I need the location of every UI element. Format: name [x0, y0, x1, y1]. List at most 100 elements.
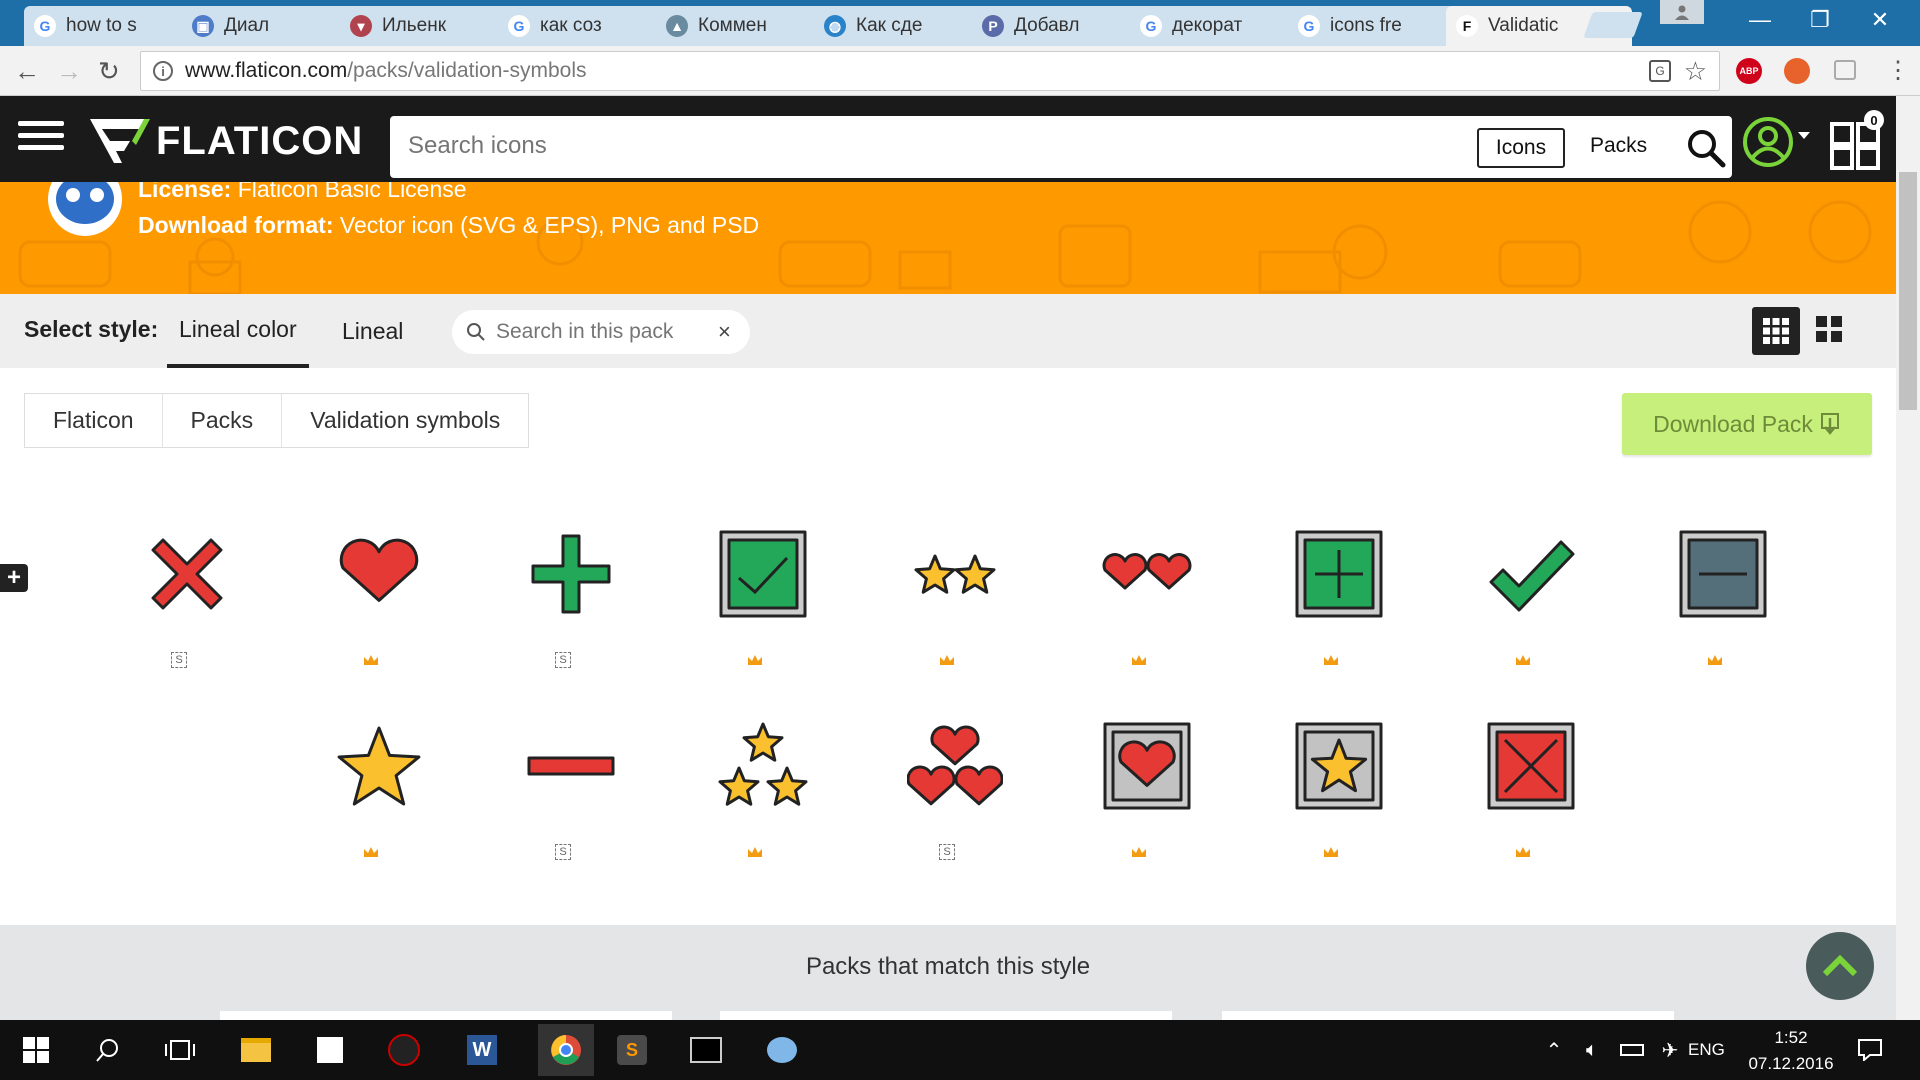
- logo-text: FLATICON: [156, 118, 364, 163]
- scroll-to-top-button[interactable]: [1806, 932, 1874, 1000]
- icon-tile[interactable]: [311, 718, 431, 868]
- chevron-up-icon[interactable]: ⌃: [1534, 1030, 1574, 1070]
- icon-tile[interactable]: [1463, 718, 1583, 868]
- task-view-icon[interactable]: [160, 1030, 200, 1070]
- clock-date[interactable]: 07.12.2016: [1746, 1054, 1836, 1074]
- premium-crown-icon[interactable]: [1131, 652, 1147, 668]
- premium-crown-icon[interactable]: [1707, 652, 1723, 668]
- tab-title: как соз: [540, 15, 602, 36]
- premium-crown-icon[interactable]: [747, 844, 763, 860]
- volume-icon[interactable]: 🔈︎: [1572, 1030, 1612, 1070]
- clock-time[interactable]: 1:52: [1746, 1028, 1836, 1048]
- icon-tile[interactable]: [695, 526, 815, 676]
- icon-tile[interactable]: [1271, 526, 1391, 676]
- site-search-box[interactable]: Icons Packs: [390, 116, 1732, 178]
- new-tab-button[interactable]: [1583, 12, 1643, 38]
- search-icon[interactable]: [88, 1030, 128, 1070]
- breadcrumb-item-packs[interactable]: Packs: [163, 394, 283, 447]
- address-bar[interactable]: i www.flaticon.com/packs/validation-symb…: [140, 51, 1720, 91]
- notifications-icon[interactable]: [1850, 1030, 1890, 1070]
- icon-tile[interactable]: S: [503, 718, 623, 868]
- grid-view-large-button[interactable]: [1752, 307, 1800, 355]
- adblock-icon[interactable]: ABP: [1736, 58, 1762, 84]
- chrome-icon[interactable]: [538, 1024, 594, 1076]
- premium-crown-icon[interactable]: [1515, 844, 1531, 860]
- clear-search-icon[interactable]: ×: [718, 319, 731, 345]
- icon-tile[interactable]: S: [119, 526, 239, 676]
- word-icon[interactable]: W: [462, 1030, 502, 1070]
- premium-crown-icon[interactable]: [363, 652, 379, 668]
- page-scrollbar[interactable]: [1896, 96, 1920, 1020]
- icon-tile[interactable]: [1079, 718, 1199, 868]
- minimize-icon[interactable]: —: [1730, 0, 1790, 40]
- icon-tile[interactable]: [1271, 718, 1391, 868]
- download-pack-button[interactable]: Download Pack: [1622, 393, 1872, 455]
- style-tab-lineal-color[interactable]: Lineal color: [167, 294, 309, 368]
- windows-start-icon[interactable]: [16, 1030, 56, 1070]
- scrollbar-thumb[interactable]: [1899, 172, 1917, 410]
- profile-icon[interactable]: [1660, 0, 1704, 24]
- paint-icon[interactable]: [762, 1030, 802, 1070]
- forward-icon[interactable]: →: [56, 56, 82, 87]
- icon-tile[interactable]: [695, 718, 815, 868]
- search-type-packs-button[interactable]: Packs: [1590, 134, 1647, 158]
- premium-crown-icon[interactable]: [1323, 844, 1339, 860]
- breadcrumb-item-flaticon[interactable]: Flaticon: [25, 394, 163, 447]
- reload-icon[interactable]: ↻: [98, 56, 120, 87]
- store-icon[interactable]: [310, 1030, 350, 1070]
- premium-crown-icon[interactable]: [939, 652, 955, 668]
- style-tab-lineal[interactable]: Lineal: [330, 294, 415, 368]
- selection-badge[interactable]: S: [555, 844, 571, 860]
- style-tab-label: Lineal color: [179, 315, 297, 342]
- hamburger-menu-icon[interactable]: [18, 114, 64, 157]
- icon-tile[interactable]: [887, 526, 1007, 676]
- premium-crown-icon[interactable]: [1131, 844, 1147, 860]
- pack-search-box[interactable]: ×: [452, 310, 750, 354]
- premium-crown-icon[interactable]: [1323, 652, 1339, 668]
- info-icon[interactable]: i: [153, 61, 173, 81]
- battery-icon[interactable]: [1612, 1030, 1652, 1070]
- restore-icon[interactable]: ❐: [1790, 0, 1850, 40]
- tab-title: Диал: [224, 15, 270, 36]
- icon-tile[interactable]: S: [503, 526, 623, 676]
- tab-title: icons fre: [1330, 15, 1402, 36]
- bookmark-star-icon[interactable]: ☆: [1684, 56, 1707, 87]
- icon-tile[interactable]: [1655, 526, 1775, 676]
- chevron-down-icon[interactable]: [1798, 132, 1810, 139]
- chrome-menu-icon[interactable]: ⋮: [1886, 56, 1910, 85]
- close-window-icon[interactable]: ✕: [1850, 0, 1910, 40]
- airplane-mode-icon[interactable]: ✈: [1650, 1030, 1690, 1070]
- icon-tile[interactable]: [311, 526, 431, 676]
- icon-tile[interactable]: S: [887, 718, 1007, 868]
- extension-icon[interactable]: [1784, 58, 1810, 84]
- style-selector-bar: Select style: Lineal color Lineal ×: [0, 294, 1896, 368]
- back-icon[interactable]: ←: [14, 56, 40, 87]
- selection-badge[interactable]: S: [171, 652, 187, 668]
- grid-view-small-button[interactable]: [1816, 316, 1842, 347]
- premium-crown-icon[interactable]: [747, 652, 763, 668]
- sublime-text-icon[interactable]: S: [612, 1030, 652, 1070]
- premium-crown-icon[interactable]: [363, 844, 379, 860]
- pack-search-input[interactable]: [496, 320, 716, 344]
- search-icon[interactable]: [1686, 128, 1726, 168]
- icon-tile[interactable]: [1463, 526, 1583, 676]
- site-search-input[interactable]: [408, 132, 1408, 160]
- terminal-icon[interactable]: [686, 1030, 726, 1070]
- search-icon: [467, 323, 485, 341]
- heart-square-icon: [1103, 722, 1191, 810]
- flaticon-logo[interactable]: FLATICON: [88, 116, 363, 166]
- selection-badge[interactable]: S: [555, 652, 571, 668]
- language-indicator[interactable]: ENG: [1688, 1040, 1725, 1060]
- user-account-icon[interactable]: [1742, 116, 1794, 173]
- cast-icon[interactable]: [1834, 60, 1856, 80]
- translate-icon[interactable]: G: [1649, 60, 1671, 82]
- file-explorer-icon[interactable]: [236, 1030, 276, 1070]
- license-value[interactable]: Flaticon Basic License: [238, 182, 467, 202]
- search-type-icons-button[interactable]: Icons: [1477, 128, 1565, 168]
- style-tab-label: Lineal: [342, 317, 404, 344]
- icon-tile[interactable]: [1079, 526, 1199, 676]
- asus-icon[interactable]: [384, 1030, 424, 1070]
- side-add-tab[interactable]: +: [0, 564, 28, 592]
- premium-crown-icon[interactable]: [1515, 652, 1531, 668]
- selection-badge[interactable]: S: [939, 844, 955, 860]
